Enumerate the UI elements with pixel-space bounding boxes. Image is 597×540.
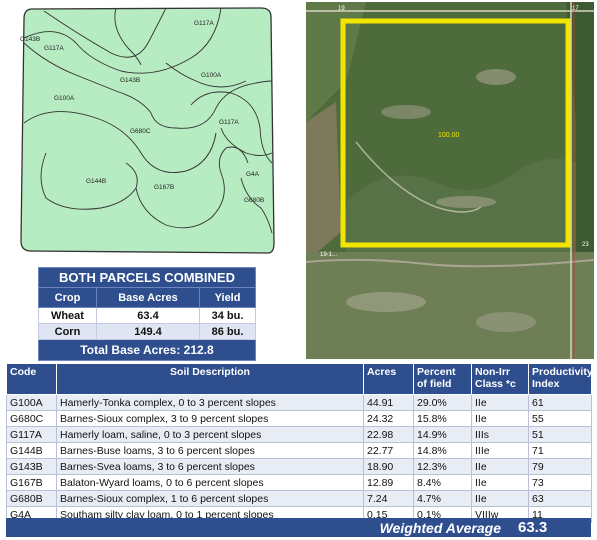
soil-pi: 55 [528, 410, 592, 427]
summary-yield: 86 bu. [199, 323, 256, 340]
soil-pct: 15.8% [413, 410, 472, 427]
soil-class: IIe [471, 490, 529, 507]
table-row: G100A Hamerly-Tonka complex, 0 to 3 perc… [6, 394, 592, 411]
soil-pi: 79 [528, 458, 592, 475]
soil-map-label: G144B [86, 178, 106, 185]
road-label: 19 [338, 6, 345, 12]
soil-desc: Hamerly loam, saline, 0 to 3 percent slo… [56, 426, 364, 443]
soil-acres: 44.91 [363, 394, 414, 411]
soil-header-pct: Percent of field [413, 363, 472, 395]
table-row: G680C Barnes-Sioux complex, 3 to 9 perce… [6, 410, 592, 427]
soil-header-acres: Acres [363, 363, 414, 395]
soil-desc: Barnes-Buse loams, 3 to 6 percent slopes [56, 442, 364, 459]
soil-pi: 61 [528, 394, 592, 411]
soil-class: IIe [471, 410, 529, 427]
table-row: G680B Barnes-Sioux complex, 1 to 6 perce… [6, 490, 592, 507]
soil-class: IIIs [471, 426, 529, 443]
soil-header-code: Code [6, 363, 57, 395]
soil-desc: Balaton-Wyard loams, 0 to 6 percent slop… [56, 474, 364, 491]
soil-pct: 14.8% [413, 442, 472, 459]
soil-desc: Barnes-Svea loams, 3 to 6 percent slopes [56, 458, 364, 475]
soil-pi: 51 [528, 426, 592, 443]
soil-map-label: G143B [20, 36, 40, 43]
soil-map-label: G680B [244, 197, 264, 204]
summary-crop: Wheat [38, 307, 97, 324]
soil-acres: 22.77 [363, 442, 414, 459]
soil-code: G117A [6, 426, 57, 443]
soil-pi: 63 [528, 490, 592, 507]
soil-code: G143B [6, 458, 57, 475]
summary-header: Yield [199, 287, 256, 308]
soil-map-label: G143B [120, 77, 140, 84]
soil-map-label: G117A [44, 45, 64, 52]
soil-code: G167B [6, 474, 57, 491]
soil-map: G117A G143B G117A G143B G100A G100A G680… [20, 7, 275, 254]
summary-yield: 34 bu. [199, 307, 256, 324]
soil-map-label: G167B [154, 184, 174, 191]
road-label: 19-1... [320, 252, 337, 258]
soil-class: IIIe [471, 442, 529, 459]
soil-desc: Hamerly-Tonka complex, 0 to 3 percent sl… [56, 394, 364, 411]
soil-code: G680C [6, 410, 57, 427]
base-acres-summary: BOTH PARCELS COMBINED Crop Base Acres Yi… [38, 267, 256, 361]
weighted-average-bar: Weighted Average 63.3 [6, 518, 591, 537]
soil-map-label: G117A [219, 119, 239, 126]
soil-table: Code Soil Description Acres Percent of f… [6, 363, 593, 523]
summary-header: Base Acres [95, 287, 201, 308]
soil-map-label: G4A [246, 171, 260, 178]
summary-acres: 63.4 [95, 307, 201, 324]
soil-desc: Barnes-Sioux complex, 1 to 6 percent slo… [56, 490, 364, 507]
summary-title: BOTH PARCELS COMBINED [38, 267, 256, 288]
soil-map-label: G100A [201, 72, 222, 79]
soil-class: IIe [471, 458, 529, 475]
summary-header: Crop [38, 287, 97, 308]
summary-acres: 149.4 [95, 323, 201, 340]
table-row: G167B Balaton-Wyard loams, 0 to 6 percen… [6, 474, 592, 491]
soil-desc: Barnes-Sioux complex, 3 to 9 percent slo… [56, 410, 364, 427]
soil-acres: 12.89 [363, 474, 414, 491]
summary-crop: Corn [38, 323, 97, 340]
summary-total: Total Base Acres: 212.8 [38, 339, 256, 361]
weighted-average-label: Weighted Average [379, 520, 501, 536]
road-label: 23 [582, 242, 589, 248]
soil-class: IIe [471, 474, 529, 491]
soil-map-label: G117A [194, 20, 214, 27]
soil-header-desc: Soil Description [56, 363, 364, 395]
soil-map-label: G100A [54, 95, 75, 102]
soil-acres: 7.24 [363, 490, 414, 507]
soil-code: G680B [6, 490, 57, 507]
soil-pi: 71 [528, 442, 592, 459]
soil-acres: 22.98 [363, 426, 414, 443]
soil-pct: 29.0% [413, 394, 472, 411]
table-row: G117A Hamerly loam, saline, 0 to 3 perce… [6, 426, 592, 443]
soil-code: G100A [6, 394, 57, 411]
table-row: G143B Barnes-Svea loams, 3 to 6 percent … [6, 458, 592, 475]
soil-header-pi: Productivity Index [528, 363, 593, 395]
road-label: 17 [572, 6, 579, 12]
soil-pct: 4.7% [413, 490, 472, 507]
soil-acres: 18.90 [363, 458, 414, 475]
weighted-average-value: 63.3 [518, 519, 548, 536]
table-row: G144B Barnes-Buse loams, 3 to 6 percent … [6, 442, 592, 459]
soil-map-label: G680C [130, 128, 151, 135]
aerial-photo: 100.00 19 17 23 19-1... [306, 2, 594, 359]
soil-code: G144B [6, 442, 57, 459]
soil-pct: 8.4% [413, 474, 472, 491]
soil-header-class: Non-Irr Class *c [471, 363, 529, 395]
acreage-label: 100.00 [438, 132, 460, 139]
soil-pi: 73 [528, 474, 592, 491]
soil-pct: 14.9% [413, 426, 472, 443]
soil-class: IIe [471, 394, 529, 411]
soil-acres: 24.32 [363, 410, 414, 427]
soil-pct: 12.3% [413, 458, 472, 475]
